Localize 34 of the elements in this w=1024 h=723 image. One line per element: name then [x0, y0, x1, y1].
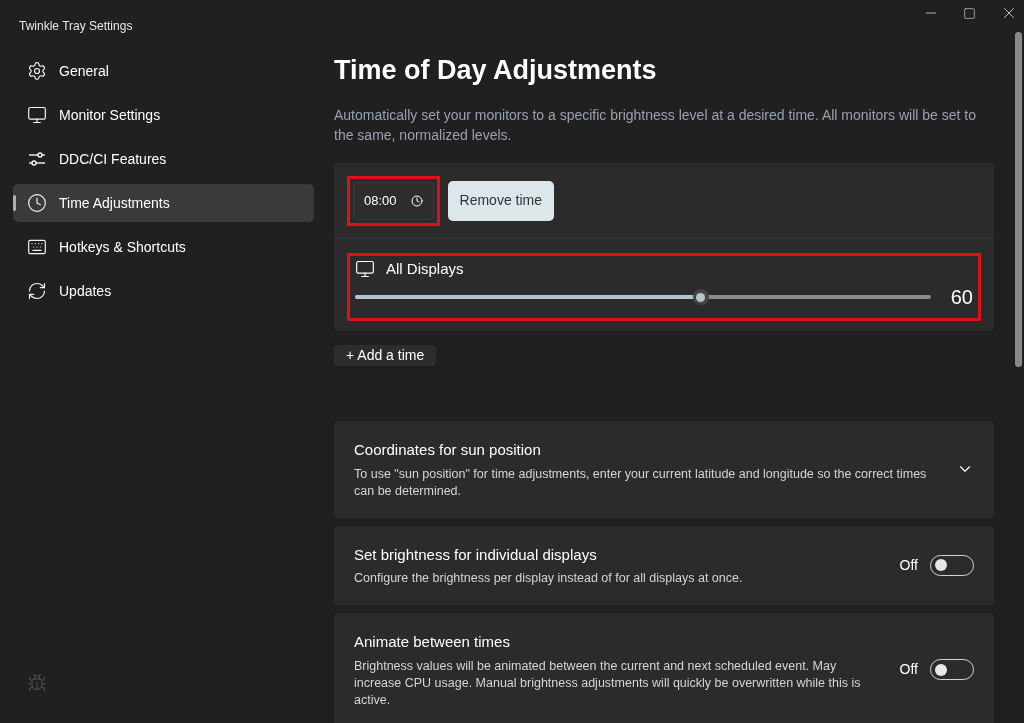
sidebar-item[interactable]: Monitor Settings — [13, 96, 314, 134]
display-name: All Displays — [386, 258, 464, 279]
remove-time-button[interactable]: Remove time — [447, 180, 554, 221]
setting-description: Brightness values will be animated between the current and next scheduled event. May increase CPU usage. Manual brightness adjustments will quickly be overwritten while this is active. — [354, 657, 862, 709]
setting-description: Configure the brightness per display instead of for all displays at once. — [354, 570, 744, 587]
clock-icon — [27, 193, 47, 213]
brightness-value: 60 — [949, 285, 973, 310]
selection-indicator — [13, 195, 16, 211]
time-field[interactable]: 08:00 — [353, 181, 434, 220]
monitor-icon — [27, 105, 47, 125]
sliders-icon — [27, 149, 47, 169]
keyboard-icon — [27, 237, 47, 257]
window-title: Twinkle Tray Settings — [19, 18, 133, 35]
sidebar-item[interactable]: Updates — [13, 272, 314, 310]
refresh-icon — [27, 281, 47, 301]
page-description: Automatically set your monitors to a specific brightness level at a desired time. All monitors will be set to the same, normalized levels. — [334, 105, 977, 145]
sidebar-item[interactable]: Hotkeys & Shortcuts — [13, 228, 314, 266]
toggle-state-label: Off — [899, 660, 918, 680]
setting-description: To use "sun position" for time adjustments, enter your current latitude and longitude so the correct times can be determined. — [354, 465, 928, 500]
maximize-icon[interactable] — [963, 6, 976, 20]
add-time-button[interactable]: + Add a time — [334, 345, 437, 366]
sidebar-item[interactable]: General — [13, 52, 314, 90]
clock-icon — [410, 194, 423, 207]
sidebar-item[interactable]: Time Adjustments — [13, 184, 314, 222]
gear-icon — [27, 61, 47, 81]
page-title: Time of Day Adjustments — [334, 54, 657, 87]
brightness-slider[interactable] — [355, 289, 931, 305]
setting-title: Coordinates for sun position — [354, 440, 542, 460]
setting-title: Animate between times — [354, 632, 511, 652]
sidebar-item[interactable]: DDC/CI Features — [13, 140, 314, 178]
toggle-state-label: Off — [899, 555, 918, 575]
monitor-icon — [355, 258, 375, 279]
scrollbar-thumb[interactable] — [1015, 32, 1022, 367]
setting-title: Set brightness for individual displays — [354, 544, 598, 565]
